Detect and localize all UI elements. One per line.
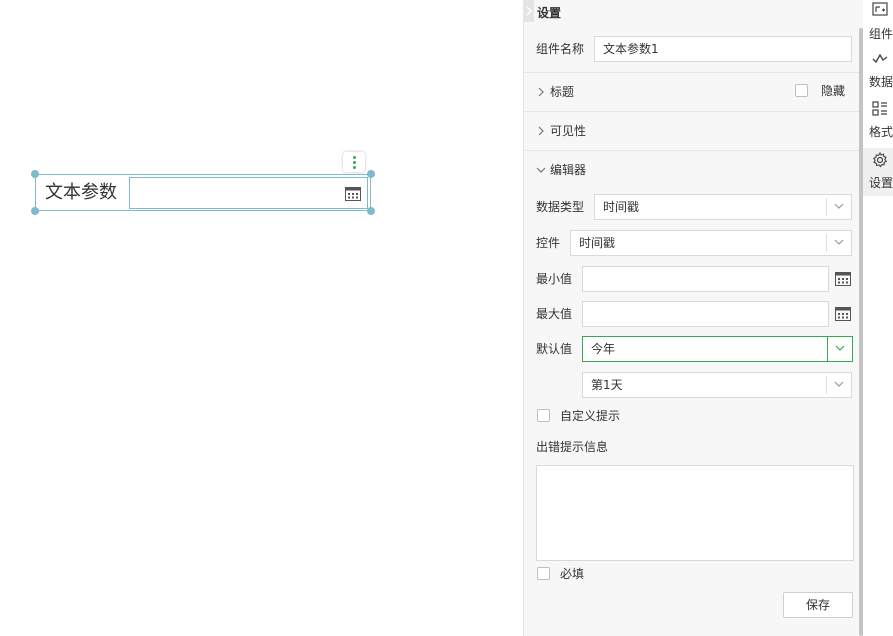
custom-hint-checkbox[interactable]	[537, 409, 550, 422]
default-sub-value: 第1天	[591, 378, 623, 392]
chevron-down-icon	[834, 381, 844, 387]
calendar-icon[interactable]	[835, 306, 851, 321]
widget-date-input[interactable]	[129, 177, 368, 209]
chevron-down-icon[interactable]	[536, 167, 546, 173]
default-sub-select[interactable]: 第1天	[582, 372, 852, 398]
divider	[524, 150, 859, 151]
chevron-right-icon[interactable]	[538, 126, 544, 136]
text-parameter-widget[interactable]: 文本参数	[35, 174, 371, 211]
widget-label: 文本参数	[45, 182, 117, 203]
settings-panel: 设置 组件名称 文本参数1 标题 隐藏 可见性 编辑器 数据类型 时间戳 控件 …	[523, 0, 863, 636]
min-value-label: 最小值	[536, 272, 573, 286]
rail-item-data[interactable]: 数据	[863, 48, 893, 96]
right-icon-rail: 组件 数据 格式 设置	[863, 0, 893, 636]
default-value-label: 默认值	[536, 342, 573, 356]
section-editor[interactable]: 编辑器	[550, 162, 586, 178]
error-hint-textarea[interactable]	[536, 465, 854, 561]
min-value-input[interactable]	[582, 266, 829, 292]
resize-handle-bottom-left[interactable]	[31, 207, 39, 215]
calendar-icon[interactable]	[345, 186, 361, 201]
data-icon	[872, 53, 888, 64]
chevron-right-icon[interactable]	[538, 87, 544, 97]
format-icon	[872, 101, 887, 116]
data-type-select[interactable]: 时间戳	[594, 194, 852, 220]
rail-item-label: 格式	[869, 125, 893, 139]
control-select[interactable]: 时间戳	[570, 230, 852, 256]
chevron-down-icon	[835, 345, 845, 351]
component-icon	[872, 2, 888, 16]
rail-item-component[interactable]: 组件	[863, 0, 893, 48]
component-name-input[interactable]: 文本参数1	[594, 36, 852, 62]
rail-item-label: 设置	[869, 176, 893, 190]
report-canvas[interactable]: 文本参数	[0, 0, 523, 636]
save-button[interactable]: 保存	[783, 592, 853, 618]
rail-item-label: 数据	[869, 75, 893, 89]
gear-icon	[872, 152, 888, 168]
chevron-right-icon	[526, 6, 532, 16]
rail-item-format[interactable]: 格式	[863, 96, 893, 144]
more-dot-icon	[353, 161, 356, 164]
calendar-icon[interactable]	[835, 271, 851, 286]
divider	[524, 72, 859, 73]
required-checkbox[interactable]	[537, 567, 550, 580]
data-type-label: 数据类型	[536, 200, 585, 214]
more-dot-icon	[353, 166, 356, 169]
max-value-label: 最大值	[536, 307, 573, 321]
panel-collapse-button[interactable]	[524, 0, 534, 22]
resize-handle-top-right[interactable]	[367, 170, 375, 178]
hide-title-label: 隐藏	[821, 84, 846, 98]
panel-title: 设置	[537, 6, 562, 20]
custom-hint-label: 自定义提示	[560, 409, 621, 423]
rail-item-settings[interactable]: 设置	[863, 148, 893, 196]
resize-handle-top-left[interactable]	[31, 170, 39, 178]
hide-title-checkbox[interactable]	[795, 84, 808, 97]
error-hint-label: 出错提示信息	[536, 440, 609, 454]
chevron-down-icon	[834, 203, 844, 209]
widget-more-menu-button[interactable]	[343, 152, 365, 172]
default-value-select[interactable]: 今年	[582, 336, 853, 362]
control-label: 控件	[536, 236, 561, 250]
divider	[524, 111, 859, 112]
component-name-label: 组件名称	[536, 42, 585, 56]
required-label: 必填	[560, 567, 585, 581]
max-value-input[interactable]	[582, 301, 829, 327]
default-value: 今年	[591, 342, 616, 356]
data-type-value: 时间戳	[603, 200, 640, 214]
control-value: 时间戳	[579, 236, 616, 250]
more-dot-icon	[353, 156, 356, 159]
rail-item-label: 组件	[869, 27, 893, 41]
section-visibility[interactable]: 可见性	[550, 123, 586, 139]
section-title[interactable]: 标题	[550, 84, 574, 100]
chevron-down-icon	[834, 239, 844, 245]
resize-handle-bottom-right[interactable]	[367, 207, 375, 215]
